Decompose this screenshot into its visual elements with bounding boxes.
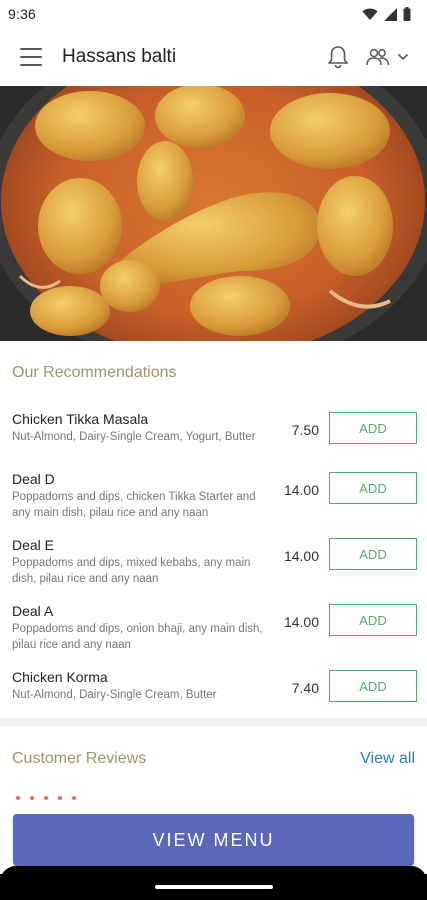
list-item: Deal D Poppadoms and dips, chicken Tikka… [0, 470, 427, 536]
hero-dish-image [0, 86, 427, 341]
dish-description: Poppadoms and dips, chicken Tikka Starte… [12, 491, 256, 519]
status-bar: 9:36 [0, 0, 427, 28]
add-button[interactable]: ADD [329, 538, 417, 570]
dish-price: 14.00 [283, 482, 319, 498]
list-item: Chicken Tikka Masala Nut-Almond, Dairy-S… [0, 410, 427, 470]
add-button[interactable]: ADD [329, 412, 417, 444]
star-icon [58, 796, 62, 800]
users-icon [366, 48, 390, 66]
rating-stars [16, 796, 76, 800]
dish-name: Chicken Korma [12, 669, 108, 685]
dish-price: 14.00 [283, 614, 319, 630]
hamburger-menu-icon[interactable] [20, 48, 42, 66]
home-gesture-handle[interactable] [154, 885, 273, 889]
add-button[interactable]: ADD [329, 670, 417, 702]
list-item: Deal E Poppadoms and dips, mixed kebabs,… [0, 536, 427, 602]
dish-description: Poppadoms and dips, mixed kebabs, any ma… [12, 557, 251, 585]
dish-price: 14.00 [283, 548, 319, 564]
bell-icon[interactable] [325, 44, 351, 70]
star-icon [72, 796, 76, 800]
account-switcher[interactable] [365, 47, 409, 67]
dish-info: Chicken Tikka Masala Nut-Almond, Dairy-S… [12, 410, 271, 445]
status-icons [362, 7, 411, 21]
app-bar: Hassans balti [0, 28, 427, 86]
section-divider [0, 718, 427, 726]
dish-name: Deal E [12, 537, 55, 553]
reviews-heading: Customer Reviews [12, 750, 147, 767]
add-button[interactable]: ADD [329, 604, 417, 636]
restaurant-screen: 9:36 Hassans balti Our Recommendations C… [0, 0, 427, 900]
star-icon [16, 796, 20, 800]
system-navigation-bar [0, 874, 427, 900]
recommendations-heading: Our Recommendations [12, 364, 177, 381]
dish-info: Deal D Poppadoms and dips, chicken Tikka… [12, 470, 271, 521]
dish-name: Deal A [12, 603, 54, 619]
dish-info: Deal A Poppadoms and dips, onion bhaji, … [12, 602, 271, 653]
dish-info: Chicken Korma Nut-Almond, Dairy-Single C… [12, 668, 271, 703]
dish-description: Poppadoms and dips, onion bhaji, any mai… [12, 623, 263, 651]
dish-description: Nut-Almond, Dairy-Single Cream, Butter [12, 689, 217, 701]
list-item: Deal A Poppadoms and dips, onion bhaji, … [0, 602, 427, 668]
dish-price: 7.40 [291, 680, 319, 696]
battery-icon [403, 7, 411, 21]
star-icon [44, 796, 48, 800]
page-title: Hassans balti [62, 46, 177, 67]
status-time: 9:36 [8, 6, 37, 22]
dish-description: Nut-Almond, Dairy-Single Cream, Yogurt, … [12, 431, 256, 443]
view-all-reviews-link[interactable]: View all [360, 750, 415, 768]
dish-name: Chicken Tikka Masala [12, 411, 149, 427]
add-button[interactable]: ADD [329, 472, 417, 504]
dish-price: 7.50 [291, 422, 319, 438]
star-icon [30, 796, 34, 800]
wifi-icon [362, 8, 378, 20]
view-menu-button[interactable]: VIEW MENU [13, 814, 414, 866]
recommendations-list: Chicken Tikka Masala Nut-Almond, Dairy-S… [0, 410, 427, 728]
chevron-down-icon [397, 53, 409, 61]
dish-info: Deal E Poppadoms and dips, mixed kebabs,… [12, 536, 271, 587]
dish-name: Deal D [12, 471, 55, 487]
signal-icon [384, 7, 397, 21]
